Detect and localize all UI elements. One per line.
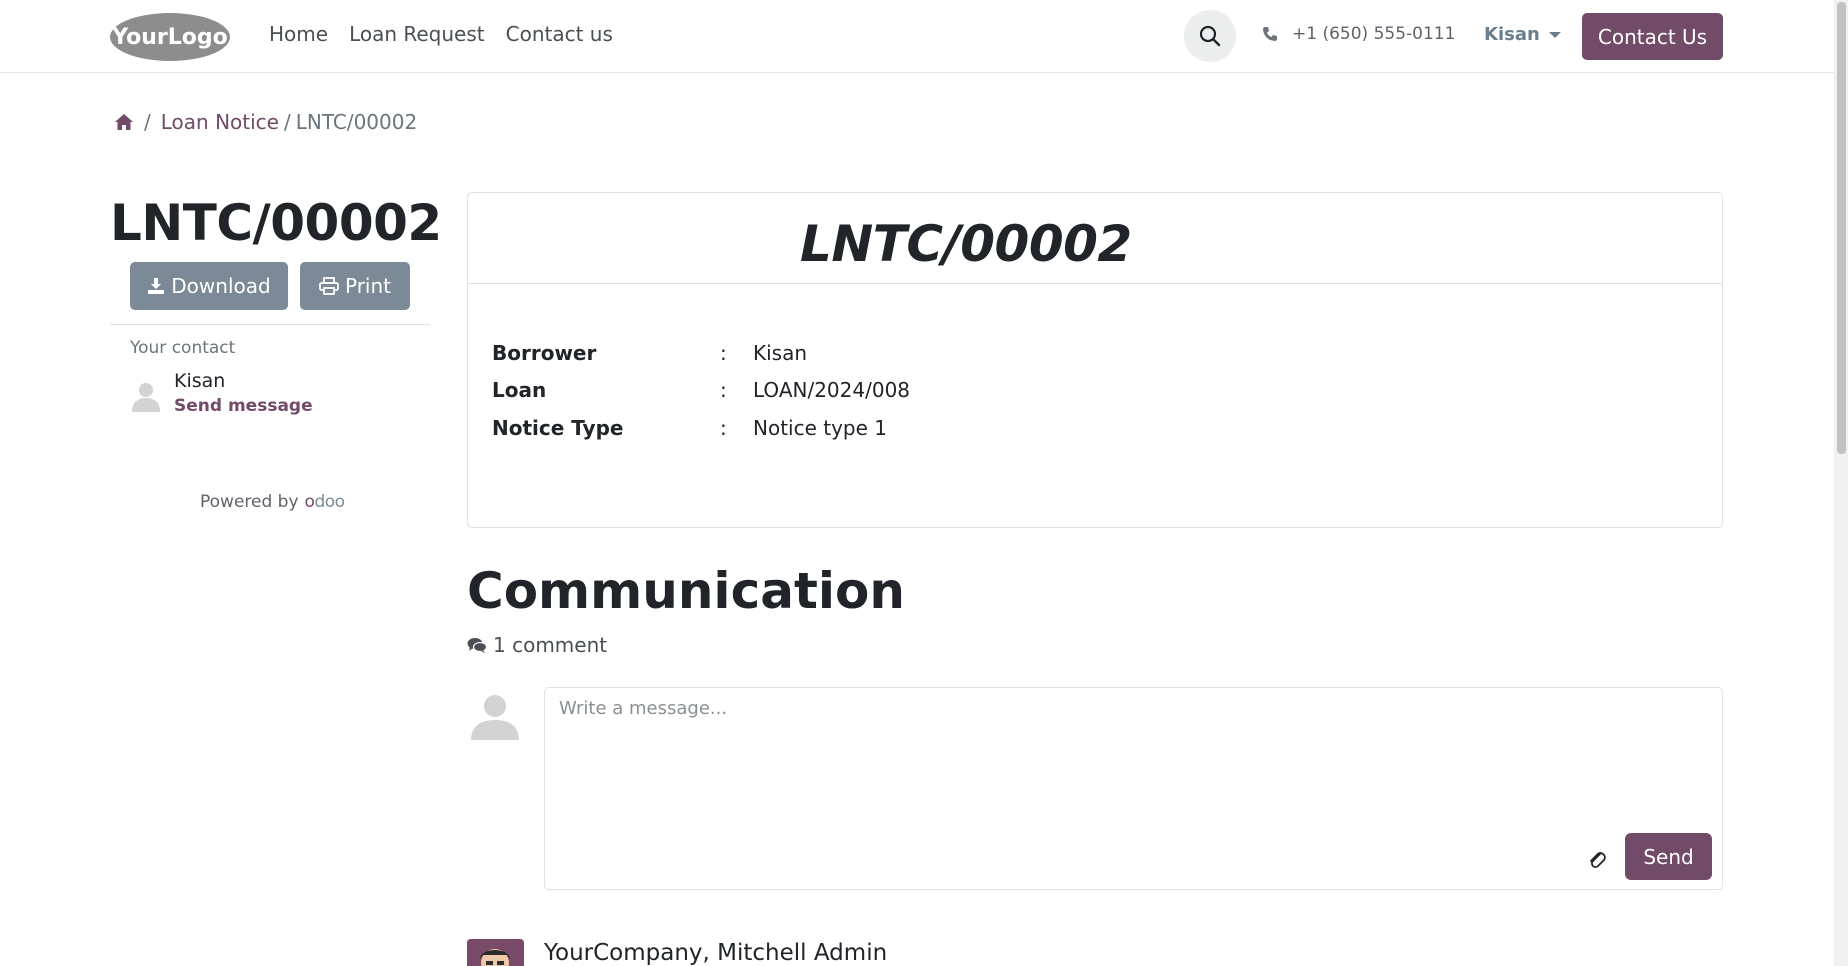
nav-home[interactable]: Home: [269, 22, 328, 46]
field-colon: :: [720, 416, 727, 440]
chevron-down-icon: [1548, 31, 1561, 38]
contact-avatar: [128, 378, 164, 414]
your-contact-label: Your contact: [130, 338, 236, 358]
field-value: Notice type 1: [753, 416, 888, 440]
field-borrower: Borrower : Kisan: [492, 341, 807, 365]
comment-count: 1 comment: [467, 633, 607, 657]
breadcrumb-separator: /: [283, 110, 291, 134]
notice-card: LNTC/00002 Borrower : Kisan Loan : LOAN/…: [467, 192, 1723, 528]
field-value: Kisan: [753, 341, 808, 365]
send-button[interactable]: Send: [1625, 833, 1712, 880]
search-icon: [1199, 25, 1221, 47]
document-title: LNTC/00002: [110, 194, 442, 252]
svg-text:YourLogo: YourLogo: [111, 25, 228, 50]
powered-by: Powered by odoo: [200, 492, 345, 512]
phone-icon: [1263, 27, 1277, 41]
paperclip-icon: [1590, 852, 1606, 869]
sidebar-divider: [110, 324, 430, 325]
phone-contact[interactable]: +1 (650) 555-0111: [1262, 24, 1455, 44]
print-icon: [319, 277, 339, 295]
field-notice-type: Notice Type : Notice type 1: [492, 416, 887, 440]
phone-number: +1 (650) 555-0111: [1292, 24, 1456, 44]
download-icon: [148, 278, 165, 294]
print-label: Print: [344, 274, 391, 298]
nav-loan-request[interactable]: Loan Request: [349, 22, 485, 46]
card-header: LNTC/00002: [468, 193, 1722, 284]
user-dropdown[interactable]: Kisan: [1484, 24, 1561, 45]
nav-contact-us[interactable]: Contact us: [506, 22, 613, 46]
message-input[interactable]: [559, 698, 1699, 818]
home-icon[interactable]: [114, 113, 134, 131]
odoo-logo[interactable]: odoo: [305, 492, 346, 512]
message-author-name: YourCompany, Mitchell Admin: [544, 940, 888, 966]
breadcrumb-separator: /: [144, 110, 151, 134]
attach-file-button[interactable]: [1583, 845, 1611, 873]
contact-name: Kisan: [174, 370, 226, 392]
scrollbar-thumb[interactable]: [1837, 2, 1846, 454]
card-title: LNTC/00002: [800, 215, 1132, 273]
field-colon: :: [720, 341, 727, 365]
field-label: Loan: [492, 378, 547, 402]
main-nav: Home Loan Request Contact us: [269, 22, 613, 46]
breadcrumb-loan-notice[interactable]: Loan Notice: [161, 110, 279, 134]
print-button[interactable]: Print: [300, 262, 410, 310]
user-name: Kisan: [1484, 24, 1540, 45]
download-button[interactable]: Download: [130, 262, 288, 310]
comments-icon: [467, 637, 487, 653]
field-label: Notice Type: [492, 416, 624, 440]
field-loan: Loan : LOAN/2024/008: [492, 378, 910, 402]
message-composer: Send: [544, 687, 1723, 890]
breadcrumb: / Loan Notice / LNTC/00002: [114, 110, 417, 134]
company-logo[interactable]: YourLogo: [109, 12, 231, 62]
field-label: Borrower: [492, 341, 597, 365]
communication-heading: Communication: [467, 562, 905, 620]
composer-avatar: [467, 688, 523, 744]
page-scrollbar[interactable]: [1834, 0, 1848, 966]
breadcrumb-current: LNTC/00002: [295, 110, 418, 134]
download-label: Download: [171, 274, 271, 298]
powered-by-label: Powered by: [200, 492, 299, 512]
comment-count-label: 1 comment: [493, 633, 608, 657]
send-message-link[interactable]: Send message: [174, 396, 313, 416]
field-colon: :: [720, 378, 727, 402]
top-navbar: YourLogo Home Loan Request Contact us +1…: [0, 0, 1834, 73]
field-value: LOAN/2024/008: [753, 378, 911, 402]
contact-us-button[interactable]: Contact Us: [1582, 13, 1723, 60]
message-author-avatar: [467, 939, 524, 966]
search-button[interactable]: [1184, 10, 1236, 62]
